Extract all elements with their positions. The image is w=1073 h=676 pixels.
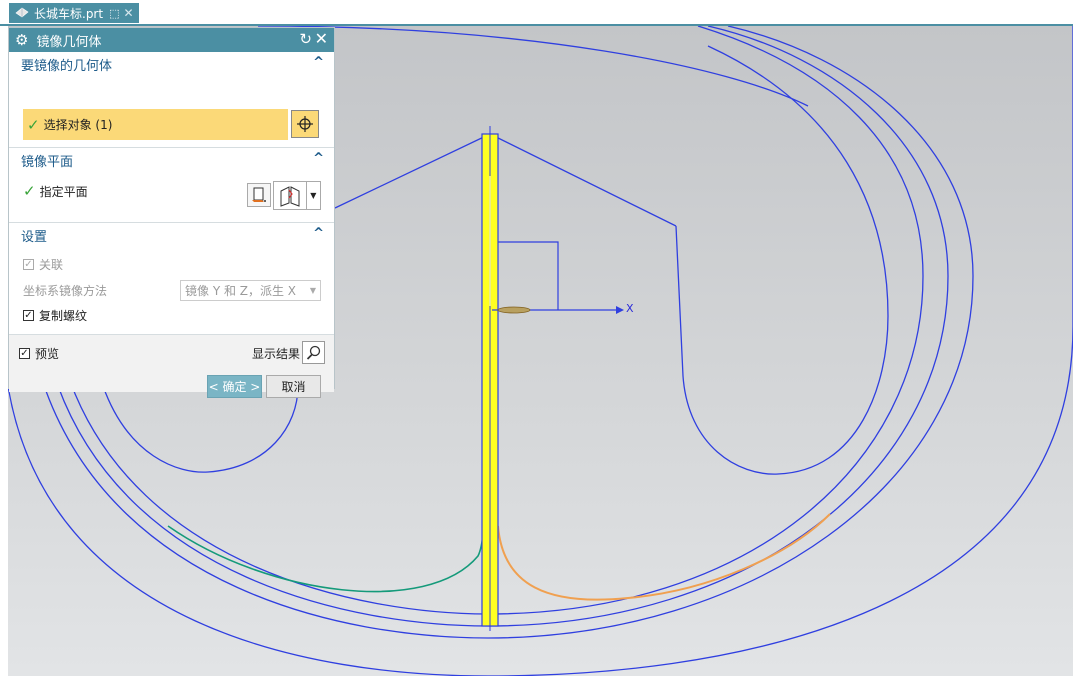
copy-threads-label: 复制螺纹 <box>39 309 88 323</box>
section-title: 要镜像的几何体 <box>21 58 113 74</box>
mirror-geometry-dialog: ⚙ 镜像几何体 ↻ ✕ 要镜像的几何体 ^ ✓ 选择对象 (1) 镜像平面 ^ … <box>8 27 335 398</box>
plane-type-icon[interactable] <box>274 182 307 209</box>
close-icon[interactable]: ✕ <box>315 29 328 48</box>
reset-icon[interactable]: ↻ <box>299 30 312 48</box>
associative-row: ✓ 关联 <box>23 256 63 273</box>
copy-threads-checkbox[interactable]: ✓ <box>23 310 34 321</box>
select-object-row[interactable]: ✓ 选择对象 (1) <box>23 109 288 140</box>
modified-icon: ⬚ <box>109 6 120 20</box>
tab-close-icon[interactable]: ✕ <box>123 6 133 20</box>
magnifier-icon <box>306 345 320 360</box>
section-title: 设置 <box>21 229 48 245</box>
right-loop-curve <box>675 45 889 475</box>
csys-handle <box>497 306 531 314</box>
part-file-icon <box>15 6 29 21</box>
ok-button[interactable]: < 确定 > <box>207 375 262 398</box>
orange-curve <box>497 513 831 601</box>
tab-bar: 长城车标.prt ⬚ ✕ <box>0 0 1073 26</box>
dialog-footer: ✓ 预览 显示结果 < 确定 > 取消 <box>9 335 334 398</box>
collapse-icon[interactable]: ^ <box>313 226 324 241</box>
left-loop-curve <box>102 385 299 473</box>
section-header-settings[interactable]: 设置 ^ <box>9 223 334 247</box>
green-curve <box>167 525 485 593</box>
plane-dialog-button[interactable] <box>247 183 271 207</box>
chevron-down-icon[interactable]: ▼ <box>307 182 320 209</box>
show-result-label: 显示结果 <box>252 347 301 361</box>
x-axis-arrowhead <box>616 306 624 314</box>
specify-plane-row: ✓ 指定平面 <box>23 182 88 200</box>
select-object-label: 选择对象 (1) <box>43 118 113 132</box>
checkmark-icon: ✓ <box>23 182 36 200</box>
roof-line <box>334 133 677 227</box>
checkmark-icon: ✓ <box>27 115 40 134</box>
tab-label: 长城车标.prt <box>34 6 104 21</box>
dialog-title: 镜像几何体 <box>36 34 102 50</box>
copy-threads-row: ✓ 复制螺纹 <box>23 307 87 324</box>
select-object-button[interactable] <box>291 110 319 138</box>
tab-document[interactable]: 长城车标.prt ⬚ ✕ <box>9 3 139 23</box>
section-title: 镜像平面 <box>21 154 74 170</box>
collapse-icon[interactable]: ^ <box>313 151 324 166</box>
section-header-geometry[interactable]: 要镜像的几何体 ^ <box>9 52 334 76</box>
associative-label: 关联 <box>39 258 64 272</box>
associative-checkbox[interactable]: ✓ <box>23 259 34 270</box>
csys-bracket <box>498 241 559 310</box>
chevron-down-icon: ▼ <box>309 286 316 295</box>
preview-label: 预览 <box>35 347 60 361</box>
section-geometry: 要镜像的几何体 ^ ✓ 选择对象 (1) <box>9 52 334 148</box>
show-result-button[interactable] <box>302 341 325 364</box>
csys-method-select[interactable]: 镜像 Y 和 Z，派生 X ▼ <box>180 280 321 301</box>
x-axis-label: X <box>626 302 634 315</box>
cancel-button[interactable]: 取消 <box>266 375 321 398</box>
gear-icon: ⚙ <box>15 31 29 49</box>
preview-row: ✓ 预览 <box>19 345 59 362</box>
crosshair-icon <box>297 116 313 132</box>
inferred-plane-dropdown[interactable]: ▼ <box>273 181 321 210</box>
top-arc <box>257 26 809 107</box>
dialog-title-bar: ⚙ 镜像几何体 ↻ ✕ <box>9 28 334 52</box>
section-header-plane[interactable]: 镜像平面 ^ <box>9 148 334 172</box>
plane-dialog-icon <box>252 187 266 202</box>
specify-plane-label: 指定平面 <box>39 184 88 199</box>
csys-method-value: 镜像 Y 和 Z，派生 X <box>185 284 297 298</box>
section-mirror-plane: 镜像平面 ^ ✓ 指定平面 ▼ <box>9 148 334 223</box>
csys-method-label: 坐标系镜像方法 <box>23 284 108 298</box>
section-settings: 设置 ^ ✓ 关联 坐标系镜像方法 镜像 Y 和 Z，派生 X ▼ ✓ 复制螺纹 <box>9 223 334 335</box>
preview-checkbox[interactable]: ✓ <box>19 348 30 359</box>
collapse-icon[interactable]: ^ <box>313 55 324 70</box>
csys-method-row: 坐标系镜像方法 <box>23 282 107 299</box>
